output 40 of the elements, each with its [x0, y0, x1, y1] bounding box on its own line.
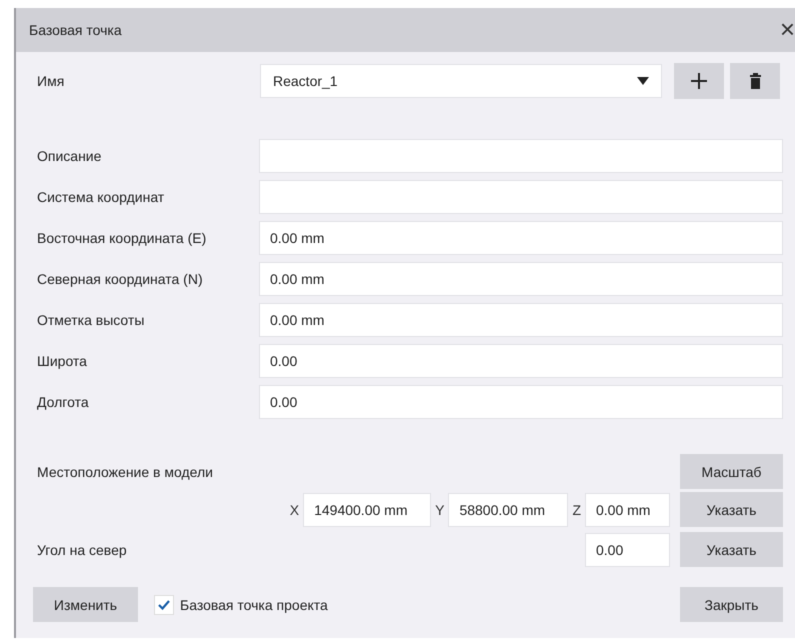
add-button[interactable]	[674, 63, 724, 99]
field-label: Имя	[37, 73, 66, 89]
field-label: Местоположение в модели	[37, 464, 213, 480]
caret-icon	[637, 77, 649, 85]
check-icon	[158, 600, 170, 610]
input-field[interactable]: 0.00 mm	[259, 303, 783, 337]
field-label: Угол на север	[37, 542, 128, 558]
coordinate-field[interactable]: 149400.00 mm	[303, 492, 432, 526]
edit-button[interactable]: Изменить	[33, 587, 138, 622]
field-label: Восточная координата (E)	[37, 230, 208, 246]
input-field[interactable]: 0.00	[259, 385, 783, 419]
window-title: Базовая точка	[29, 22, 122, 38]
pick-button[interactable]: Указать	[680, 532, 783, 567]
field-label: Система координат	[37, 189, 166, 205]
field-label: Широта	[37, 353, 88, 369]
delete-button[interactable]	[730, 63, 780, 99]
trash-icon	[750, 73, 760, 89]
close-button[interactable]: ×	[780, 16, 795, 44]
field-label: Описание	[37, 148, 102, 164]
axis-label: Y	[435, 502, 444, 518]
pick-button[interactable]: Указать	[680, 492, 783, 527]
angle-field[interactable]: 0.00	[585, 532, 670, 566]
input-field[interactable]: 0.00 mm	[259, 221, 783, 255]
input-field[interactable]: 0.00 mm	[259, 262, 783, 296]
checkbox[interactable]	[154, 594, 174, 614]
input-field[interactable]	[259, 180, 783, 214]
close-dialog-button[interactable]: Закрыть	[680, 587, 783, 622]
axis-label: Z	[572, 502, 581, 518]
name-dropdown[interactable]: Reactor_1	[260, 64, 662, 98]
field-label: Отметка высоты	[37, 312, 146, 328]
input-field[interactable]	[259, 139, 783, 173]
checkbox-label: Базовая точка проекта	[180, 596, 329, 612]
field-label: Долгота	[37, 394, 90, 410]
field-label: Северная координата (N)	[37, 271, 204, 287]
coordinate-field[interactable]: 58800.00 mm	[448, 492, 568, 526]
coordinate-field[interactable]: 0.00 mm	[585, 492, 670, 526]
axis-label: X	[290, 502, 300, 518]
scale-button[interactable]: Масштаб	[680, 454, 783, 489]
plus-icon	[691, 73, 707, 89]
input-field[interactable]: 0.00	[259, 344, 783, 378]
